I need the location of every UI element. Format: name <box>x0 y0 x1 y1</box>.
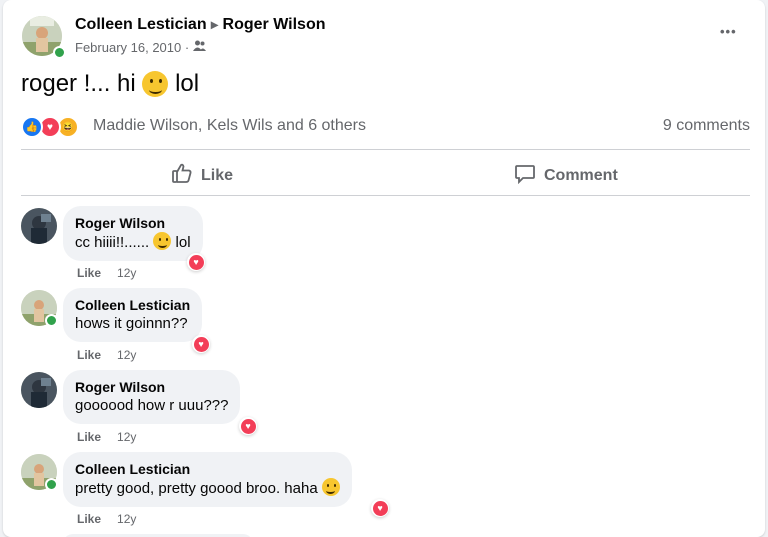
comment-time[interactable]: 12y <box>117 512 136 526</box>
comment-button[interactable]: Comment <box>514 162 618 189</box>
online-indicator <box>53 46 66 59</box>
online-indicator <box>45 314 58 327</box>
comment-bubble[interactable]: Colleen Lestician hows it goinnn?? <box>63 288 203 342</box>
divider <box>21 149 750 150</box>
post-date[interactable]: February 16, 2010 · <box>75 40 189 55</box>
comment-author[interactable]: Roger Wilson <box>75 214 191 232</box>
comments-count[interactable]: 9 comments <box>663 117 750 135</box>
reactors-names[interactable]: Maddie Wilson, Kels Wils and 6 others <box>93 117 366 135</box>
comment-like-button[interactable]: Like <box>77 266 101 280</box>
comment-time[interactable]: 12y <box>117 348 136 362</box>
comment-author[interactable]: Roger Wilson <box>75 378 228 396</box>
recipient-name[interactable]: Roger Wilson <box>223 16 326 33</box>
like-reaction-icon: 👍 <box>21 116 43 138</box>
comment-time[interactable]: 12y <box>117 430 136 444</box>
post-meta: February 16, 2010 · <box>75 40 207 55</box>
comment-label: Comment <box>544 166 618 184</box>
post-text-part: lol <box>175 70 200 97</box>
comment-icon <box>514 162 536 189</box>
post-card: Colleen Lestician ▸ Roger Wilson Februar… <box>3 0 765 537</box>
commenter-avatar[interactable] <box>21 208 57 244</box>
comment-text-part: cc hiiii!!...... <box>75 234 150 251</box>
heart-icon: ♥ <box>240 418 256 434</box>
comment-author[interactable]: Colleen Lestician <box>75 460 340 478</box>
love-reaction-badge[interactable]: ♥ <box>187 253 205 271</box>
comment-text: pretty good, pretty goood broo. haha <box>75 478 340 499</box>
post-text: roger !... hi lol <box>21 70 199 98</box>
like-button[interactable]: Like <box>171 162 233 189</box>
smiley-emoji-icon <box>153 232 172 250</box>
love-reaction-badge[interactable]: ♥ <box>192 335 210 353</box>
more-options-icon[interactable]: ••• <box>720 24 737 39</box>
post-text-part: roger !... hi <box>21 70 136 97</box>
comment-time[interactable]: 12y <box>117 266 136 280</box>
arrow-right-icon: ▸ <box>211 16 219 32</box>
smiley-emoji-icon <box>142 71 169 97</box>
heart-icon: ♥ <box>193 336 209 352</box>
comment-text-part: pretty good, pretty goood broo. haha <box>75 480 318 497</box>
heart-icon: ♥ <box>188 254 204 270</box>
comment-meta: Like 12y <box>77 430 136 444</box>
comment-author[interactable]: Colleen Lestician <box>75 296 190 314</box>
reaction-icons[interactable]: 👍 ♥ 😆 <box>21 116 79 138</box>
comment-meta: Like 12y <box>77 266 136 280</box>
online-indicator <box>45 478 58 491</box>
comment-bubble[interactable]: Colleen Lestician pretty good, pretty go… <box>63 452 352 507</box>
comment-text: goooood how r uuu??? <box>75 397 229 414</box>
love-reaction-badge[interactable]: ♥ <box>239 417 257 435</box>
author-name[interactable]: Colleen Lestician <box>75 16 207 33</box>
commenter-avatar[interactable] <box>21 372 57 408</box>
post-header-names: Colleen Lestician ▸ Roger Wilson <box>75 16 326 34</box>
comment-meta: Like 12y <box>77 348 136 362</box>
comment-text: hows it goinnn?? <box>75 315 188 332</box>
comment-bubble[interactable]: Roger Wilson cc hiiii!!...... lol <box>63 206 203 261</box>
smiley-emoji-icon <box>321 478 340 496</box>
comment-like-button[interactable]: Like <box>77 348 101 362</box>
comment-like-button[interactable]: Like <box>77 512 101 526</box>
comment-like-button[interactable]: Like <box>77 430 101 444</box>
thumbs-up-icon <box>171 162 193 189</box>
like-label: Like <box>201 166 234 184</box>
comment-text: cc hiiii!!...... lol <box>75 232 191 253</box>
comment-meta: Like 12y <box>77 512 136 526</box>
heart-icon: ♥ <box>372 500 388 516</box>
comment-bubble[interactable]: Roger Wilson goooood how r uuu??? <box>63 370 241 424</box>
friends-audience-icon <box>193 40 207 55</box>
love-reaction-badge[interactable]: ♥ <box>371 499 389 517</box>
divider <box>21 195 750 196</box>
comment-text-part: lol <box>175 234 191 251</box>
